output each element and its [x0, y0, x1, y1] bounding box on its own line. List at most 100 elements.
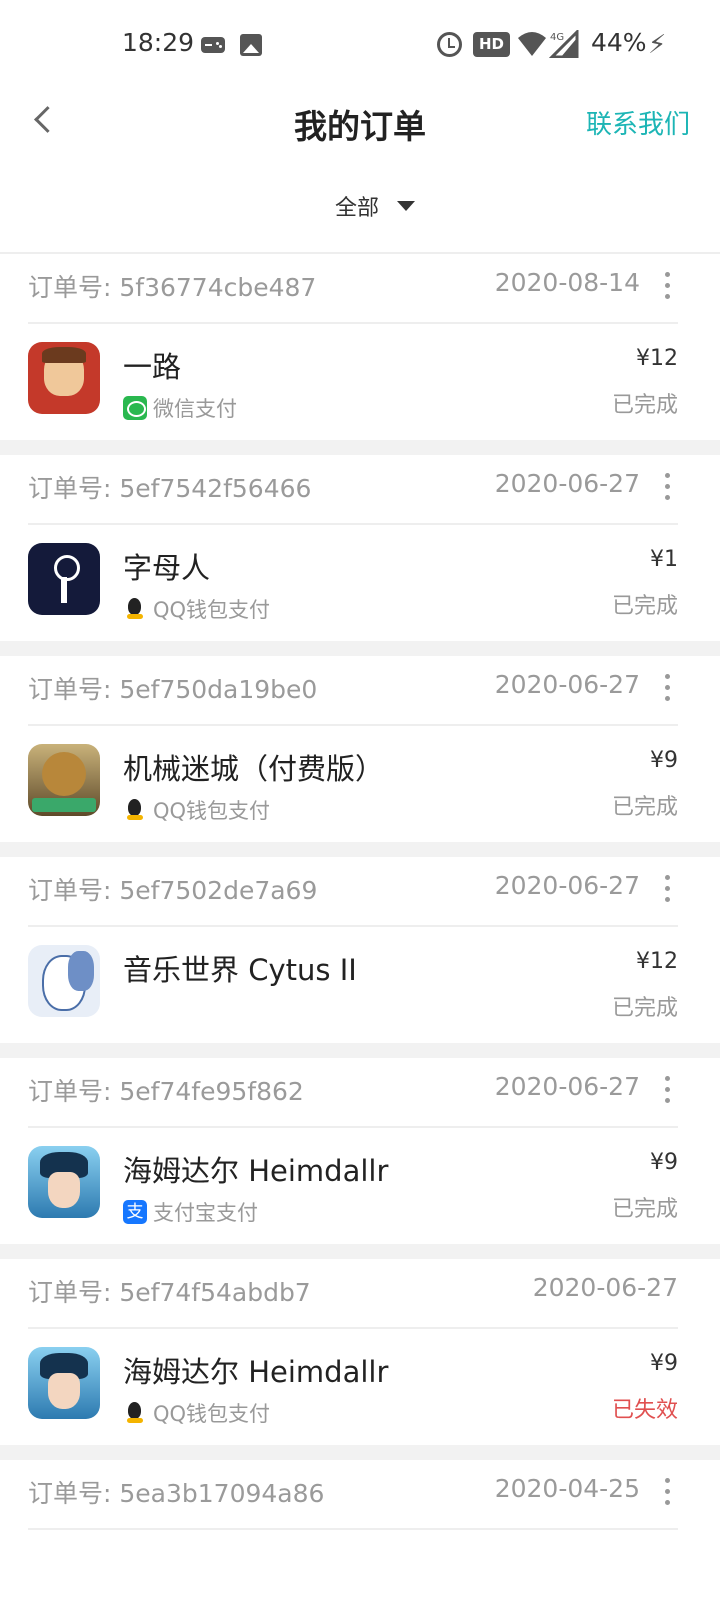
- charging-icon: ⚡: [648, 30, 667, 60]
- order-header: 订单号: 5ea3b17094a86 2020-04-25: [28, 1460, 678, 1526]
- order-header: 订单号: 5f36774cbe487 2020-08-14: [28, 254, 678, 320]
- order-number: 订单号: 5ef74f54abdb7: [28, 1278, 311, 1307]
- image-icon: [240, 34, 262, 56]
- order-card[interactable]: 订单号: 5f36774cbe487 2020-08-14 一路 微信支付 ¥1…: [0, 254, 720, 440]
- app-icon[interactable]: [28, 543, 100, 615]
- app-icon[interactable]: [28, 1146, 100, 1218]
- gamepad-icon: [201, 37, 225, 53]
- header: 我的订单 联系我们: [0, 90, 720, 150]
- separator: [0, 842, 720, 857]
- app-icon[interactable]: [28, 342, 100, 414]
- order-header: 订单号: 5ef7542f56466 2020-06-27: [28, 455, 678, 521]
- app-icon[interactable]: [28, 744, 100, 816]
- order-header: 订单号: 5ef74f54abdb7 2020-06-27: [28, 1259, 678, 1325]
- caret-down-icon: [397, 201, 415, 211]
- order-price: ¥12: [636, 346, 678, 371]
- order-price: ¥12: [636, 949, 678, 974]
- app-name: 海姆达尔 Heimdallr: [123, 1154, 389, 1188]
- order-status: 已完成: [611, 1197, 678, 1222]
- filter-dropdown[interactable]: 全部: [335, 190, 415, 222]
- order-number: 订单号: 5f36774cbe487: [28, 273, 317, 302]
- order-card[interactable]: 订单号: 5ef74fe95f862 2020-06-27 海姆达尔 Heimd…: [0, 1058, 720, 1244]
- divider: [28, 1528, 678, 1530]
- app-icon[interactable]: [28, 1347, 100, 1419]
- more-options-icon[interactable]: [654, 467, 680, 507]
- qq-wallet-icon: [123, 597, 147, 621]
- order-card[interactable]: 订单号: 5ef7502de7a69 2020-06-27 音乐世界 Cytus…: [0, 857, 720, 1043]
- app-name: 音乐世界 Cytus II: [123, 953, 357, 987]
- order-date: 2020-04-25: [494, 1474, 640, 1503]
- payment-method: QQ钱包支付: [123, 1399, 270, 1427]
- order-price: ¥9: [650, 1351, 678, 1376]
- wifi-icon: [518, 32, 546, 56]
- order-status: 已完成: [611, 795, 678, 820]
- order-header: 订单号: 5ef7502de7a69 2020-06-27: [28, 857, 678, 923]
- divider: [28, 322, 678, 324]
- separator: [0, 440, 720, 455]
- payment-method: QQ钱包支付: [123, 595, 270, 623]
- payment-label: QQ钱包支付: [153, 1402, 271, 1426]
- divider: [28, 925, 678, 927]
- separator: [0, 1043, 720, 1058]
- status-time: 18:29: [122, 28, 195, 57]
- alarm-icon: [437, 32, 462, 57]
- more-options-icon[interactable]: [654, 1472, 680, 1512]
- app-name: 字母人: [123, 551, 211, 585]
- order-card[interactable]: 订单号: 5ef750da19be0 2020-06-27 机械迷城（付费版） …: [0, 656, 720, 842]
- order-date: 2020-06-27: [532, 1273, 678, 1302]
- payment-method: QQ钱包支付: [123, 796, 270, 824]
- order-price: ¥9: [650, 748, 678, 773]
- payment-label: 微信支付: [153, 397, 237, 421]
- filter-label: 全部: [334, 196, 379, 221]
- app-name: 海姆达尔 Heimdallr: [123, 1355, 389, 1389]
- divider: [28, 523, 678, 525]
- divider: [28, 1327, 678, 1329]
- order-date: 2020-08-14: [494, 268, 640, 297]
- payment-method: 微信支付: [123, 394, 237, 422]
- app-icon[interactable]: [28, 945, 100, 1017]
- contact-us-link[interactable]: 联系我们: [586, 104, 690, 141]
- order-status: 已完成: [611, 996, 678, 1021]
- order-price: ¥9: [650, 1150, 678, 1175]
- network-label: 4G: [550, 32, 564, 43]
- signal-icon: 4G: [549, 30, 579, 58]
- order-number: 订单号: 5ea3b17094a86: [28, 1479, 325, 1508]
- qq-wallet-icon: [123, 1401, 147, 1425]
- more-options-icon[interactable]: [654, 266, 680, 306]
- payment-label: 支付宝支付: [153, 1201, 258, 1225]
- order-price: ¥1: [650, 547, 678, 572]
- wechat-pay-icon: [123, 396, 147, 420]
- app-name: 一路: [123, 350, 182, 384]
- order-date: 2020-06-27: [494, 670, 640, 699]
- order-date: 2020-06-27: [494, 871, 640, 900]
- order-status: 已完成: [611, 393, 678, 418]
- order-header: 订单号: 5ef74fe95f862 2020-06-27: [28, 1058, 678, 1124]
- battery-percent: 44%: [591, 28, 647, 57]
- more-options-icon[interactable]: [654, 869, 680, 909]
- order-number: 订单号: 5ef74fe95f862: [28, 1077, 304, 1106]
- order-number: 订单号: 5ef7502de7a69: [28, 876, 318, 905]
- payment-label: QQ钱包支付: [153, 598, 271, 622]
- order-card[interactable]: 订单号: 5ef74f54abdb7 2020-06-27 海姆达尔 Heimd…: [0, 1259, 720, 1445]
- order-list: 订单号: 5f36774cbe487 2020-08-14 一路 微信支付 ¥1…: [0, 254, 720, 1600]
- order-card[interactable]: 订单号: 5ea3b17094a86 2020-04-25: [0, 1460, 720, 1600]
- order-header: 订单号: 5ef750da19be0 2020-06-27: [28, 656, 678, 722]
- order-number: 订单号: 5ef7542f56466: [28, 474, 312, 503]
- payment-label: QQ钱包支付: [153, 799, 271, 823]
- more-options-icon[interactable]: [654, 1070, 680, 1110]
- payment-method: 支付宝支付: [123, 1198, 258, 1226]
- order-date: 2020-06-27: [494, 469, 640, 498]
- alipay-icon: [123, 1200, 147, 1224]
- qq-wallet-icon: [123, 798, 147, 822]
- divider: [28, 724, 678, 726]
- order-card[interactable]: 订单号: 5ef7542f56466 2020-06-27 字母人 QQ钱包支付…: [0, 455, 720, 641]
- order-status: 已失效: [611, 1398, 678, 1423]
- status-bar: 18:29 HD 4G 44% ⚡: [0, 0, 720, 90]
- app-name: 机械迷城（付费版）: [123, 752, 385, 786]
- hd-icon: HD: [473, 32, 510, 57]
- order-filter: 全部: [0, 190, 720, 234]
- order-status: 已完成: [611, 594, 678, 619]
- separator: [0, 1445, 720, 1460]
- more-options-icon[interactable]: [654, 668, 680, 708]
- separator: [0, 1244, 720, 1259]
